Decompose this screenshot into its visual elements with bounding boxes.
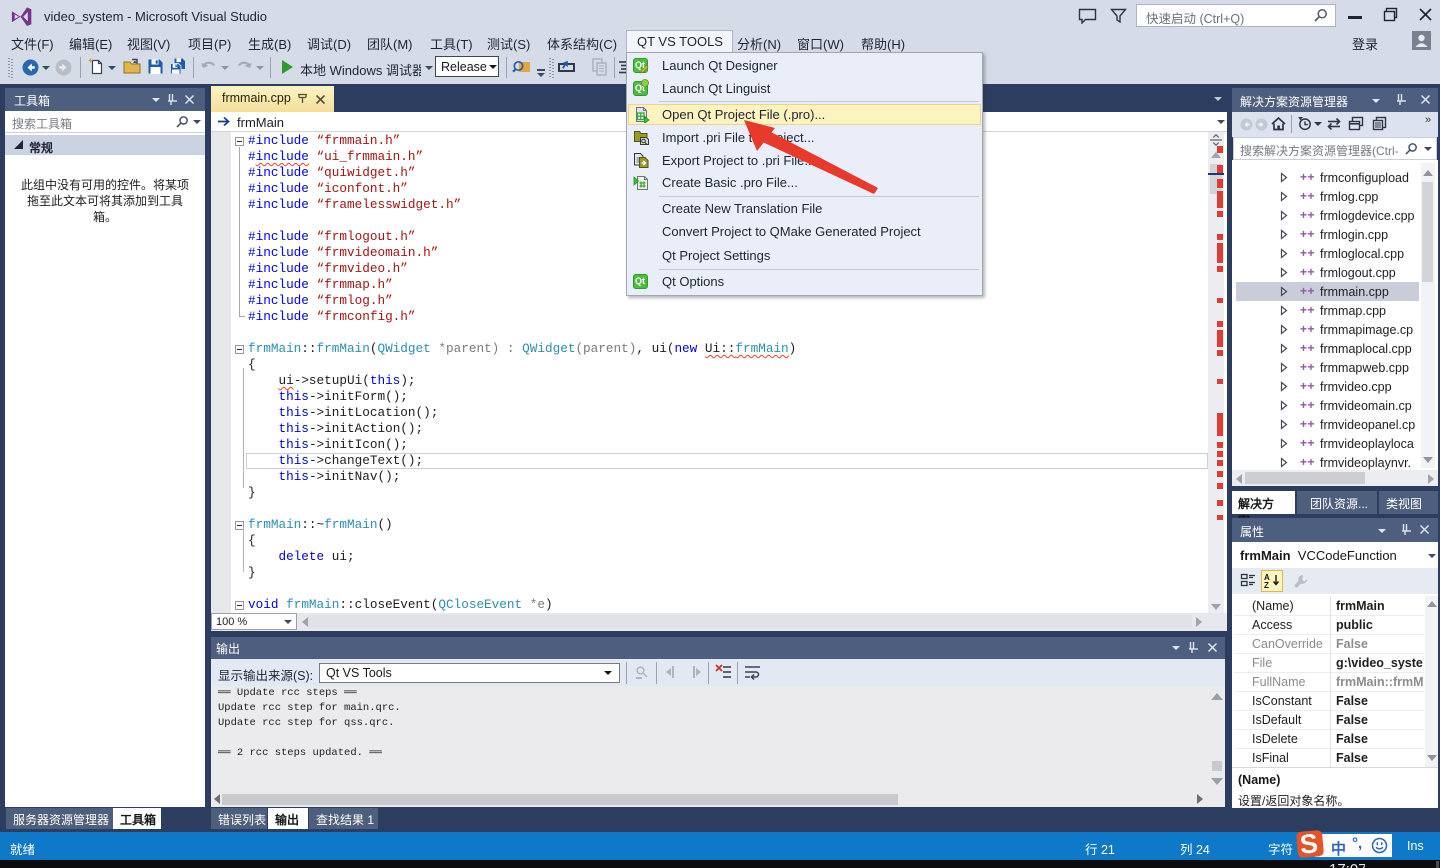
svg-text:Z: Z xyxy=(1264,581,1269,590)
